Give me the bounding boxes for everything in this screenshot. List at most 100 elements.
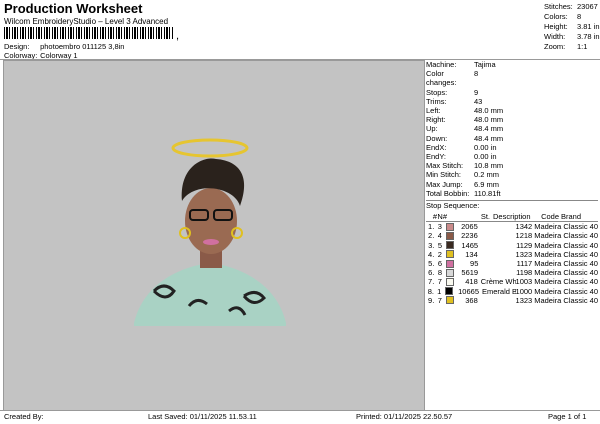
thread-brand: Madeira Classic 40: [534, 286, 598, 296]
summary-width: Width: 3.78 in: [544, 32, 600, 41]
color-swatch: [445, 287, 454, 296]
stitch-count: 5619: [461, 268, 479, 278]
color-swatch: [445, 296, 454, 305]
spec-label: EndY:: [426, 152, 447, 162]
thread-code: 1323: [515, 295, 533, 305]
stitch-count: 95: [470, 259, 479, 269]
footer-created: Created By:: [4, 412, 44, 421]
spec-row: EndX: 0.00 in: [426, 143, 598, 152]
spec-row: Left: 48.0 mm: [426, 106, 598, 115]
stop-row: 3. 5 1465 1129 Madeira Classic 40: [426, 241, 598, 250]
thread-code: 1323: [515, 249, 533, 259]
spec-row: Color changes: 8: [426, 69, 598, 87]
spec-value: 48.4 mm: [474, 133, 504, 143]
design-row: Design: photoembro 011125 3,8in: [4, 42, 124, 51]
lips-shape: [203, 239, 219, 245]
spec-label: Total Bobbin:: [426, 188, 470, 198]
spec-value: 48.0 mm: [474, 106, 504, 116]
spec-row: Trims: 43: [426, 97, 598, 106]
needle-number: 6: [437, 259, 443, 269]
stitch-count: 418: [465, 277, 478, 287]
stop-row: 4. 2 134 1323 Madeira Classic 40: [426, 250, 598, 259]
spec-label: EndX:: [426, 142, 447, 152]
thread-brand: Madeira Classic 40: [534, 295, 598, 305]
thread-code: 1129: [516, 240, 533, 250]
spec-value: 9: [474, 87, 479, 97]
stop-index: 7.: [428, 277, 435, 287]
spec-label: Max Jump:: [426, 179, 463, 189]
needle-number: 2: [437, 249, 442, 259]
thread-brand: Madeira Classic 40: [534, 277, 598, 287]
page-title: Production Worksheet: [4, 1, 143, 16]
software-subtitle: Wilcom EmbroideryStudio – Level 3 Advanc…: [4, 17, 169, 26]
footer-page: Page 1 of 1: [548, 412, 587, 421]
stop-index: 9.: [428, 295, 435, 305]
stop-row: 6. 8 5619 1198 Madeira Classic 40: [426, 268, 598, 277]
summary-stitches: Stitches: 23067: [544, 2, 598, 11]
barcode-separator: ,: [176, 30, 180, 42]
spec-row: Down: 48.4 mm: [426, 134, 598, 143]
color-swatch: [445, 241, 455, 250]
summary-zoom: Zoom: 1:1: [544, 42, 588, 51]
stop-row: 1. 3 2065 1342 Madeira Classic 40: [426, 222, 598, 231]
spec-label: Min Stitch:: [426, 170, 462, 180]
summary-panel: Stitches: 23067 Colors: 8 Height: 3.81 in W…: [544, 2, 600, 52]
stop-index: 3.: [428, 240, 435, 250]
needle-number: 5: [437, 240, 442, 250]
spec-value: 0.00 in: [474, 152, 497, 162]
thread-code: 1342: [515, 222, 533, 232]
thread-code: 1117: [516, 259, 533, 269]
spec-row: Stops: 9: [426, 88, 598, 97]
barcode: [4, 27, 174, 39]
thread-code: 1000: [515, 286, 533, 296]
spec-value: 43: [474, 96, 483, 106]
spec-value: 0.00 in: [474, 142, 497, 152]
needle-number: 1: [437, 286, 442, 296]
stop-row: 2. 4 2236 1218 Madeira Classic 40: [426, 231, 598, 240]
stitch-count: 1465: [461, 240, 479, 250]
spec-row: EndY: 0.00 in: [426, 152, 598, 161]
info-panel: Machine: Tajima Color changes: 8 Stops: 9 Trim…: [426, 60, 598, 409]
color-swatch: [446, 259, 455, 268]
spec-label: Color changes:: [426, 69, 457, 88]
spec-row: Right: 48.0 mm: [426, 115, 598, 124]
color-swatch: [445, 222, 454, 231]
needle-number: 7: [437, 277, 442, 287]
stitch-count: 368: [465, 295, 478, 305]
thread-brand: Madeira Classic 40: [534, 259, 598, 269]
spec-label: Max Stitch:: [426, 161, 464, 171]
color-swatch: [445, 268, 455, 277]
stop-index: 5.: [428, 259, 435, 269]
stop-index: 4.: [428, 249, 435, 259]
needle-number: 7: [437, 295, 442, 305]
spec-label: Up:: [426, 124, 438, 134]
thread-code: 1198: [516, 268, 533, 278]
stop-sequence-title: Stop Sequence:: [426, 200, 598, 210]
footer-last-saved: Last Saved: 01/11/2025 11.53.11: [148, 412, 257, 421]
color-swatch: [445, 250, 454, 259]
embroidery-artwork: [134, 138, 286, 326]
stop-sequence-list: 1. 3 2065 1342 Madeira Classic 40 2. 4 2236 1218…: [426, 222, 598, 305]
spec-row: Max Stitch: 10.8 mm: [426, 161, 598, 170]
stop-index: 1.: [428, 222, 435, 232]
halo-shape: [171, 138, 249, 158]
footer-printed: Printed: 01/11/2025 22.50.57: [356, 412, 453, 421]
thread-brand: Madeira Classic 40: [534, 240, 599, 250]
design-preview: [3, 60, 425, 411]
thread-brand: Madeira Classic 40: [534, 222, 598, 232]
stop-index: 2.: [428, 231, 435, 241]
spec-value: 0.2 mm: [474, 170, 500, 180]
spec-row: Max Jump: 6.9 mm: [426, 180, 598, 189]
spec-value: 6.9 mm: [474, 179, 500, 189]
stitch-count: 2236: [461, 231, 478, 241]
machine-specs: Machine: Tajima Color changes: 8 Stops: 9 Trim…: [426, 60, 598, 198]
spec-label: Right:: [426, 115, 446, 125]
stop-index: 8.: [427, 286, 435, 296]
spec-row: Machine: Tajima: [426, 60, 598, 69]
thread-code: 1218: [515, 231, 533, 241]
spec-row: Total Bobbin: 110.81ft: [426, 189, 598, 198]
spec-value: 48.0 mm: [474, 115, 504, 125]
summary-height: Height: 3.81 in: [544, 22, 600, 31]
needle-number: 4: [437, 231, 442, 241]
stop-sequence-header: # N# St. Description Code Brand: [426, 212, 598, 223]
